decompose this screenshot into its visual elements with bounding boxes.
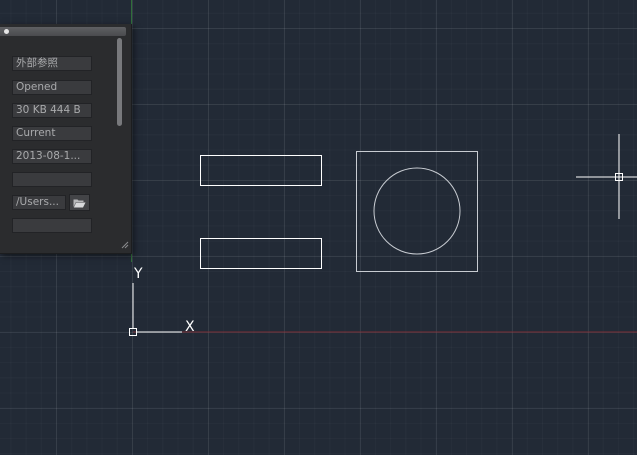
resize-grip-icon[interactable] <box>121 241 129 249</box>
grip-dot-icon[interactable] <box>4 29 9 34</box>
rectangle-bottom[interactable] <box>200 238 322 269</box>
palette-scrollbar[interactable] <box>117 38 122 126</box>
ucs-y-label: Y <box>133 266 143 282</box>
xref-size-field[interactable]: 30 KB 444 B <box>12 103 92 118</box>
xref-status-field[interactable]: Opened <box>12 80 92 95</box>
properties-palette[interactable]: 外部参照 Opened 30 KB 444 B Current 2013-08-… <box>0 24 132 254</box>
xref-blank-field[interactable] <box>12 172 92 187</box>
xref-date-field[interactable]: 2013-08-1... <box>12 149 92 164</box>
xref-blank-field-2[interactable] <box>12 218 92 233</box>
palette-title-bar[interactable] <box>0 27 126 36</box>
xref-name-field[interactable]: 外部参照 <box>12 56 92 71</box>
xref-block[interactable] <box>356 151 478 272</box>
xref-path-field[interactable]: /Users... <box>12 195 66 210</box>
xref-type-field[interactable]: Current <box>12 126 92 141</box>
browse-path-button[interactable] <box>69 194 90 211</box>
ucs-x-label: X <box>185 319 195 335</box>
crosshair-cursor-icon <box>576 134 637 219</box>
folder-open-icon <box>73 199 86 207</box>
ucs-icon[interactable]: Y X <box>129 266 196 336</box>
rectangle-top[interactable] <box>200 155 322 186</box>
xref-circle[interactable] <box>373 167 461 255</box>
